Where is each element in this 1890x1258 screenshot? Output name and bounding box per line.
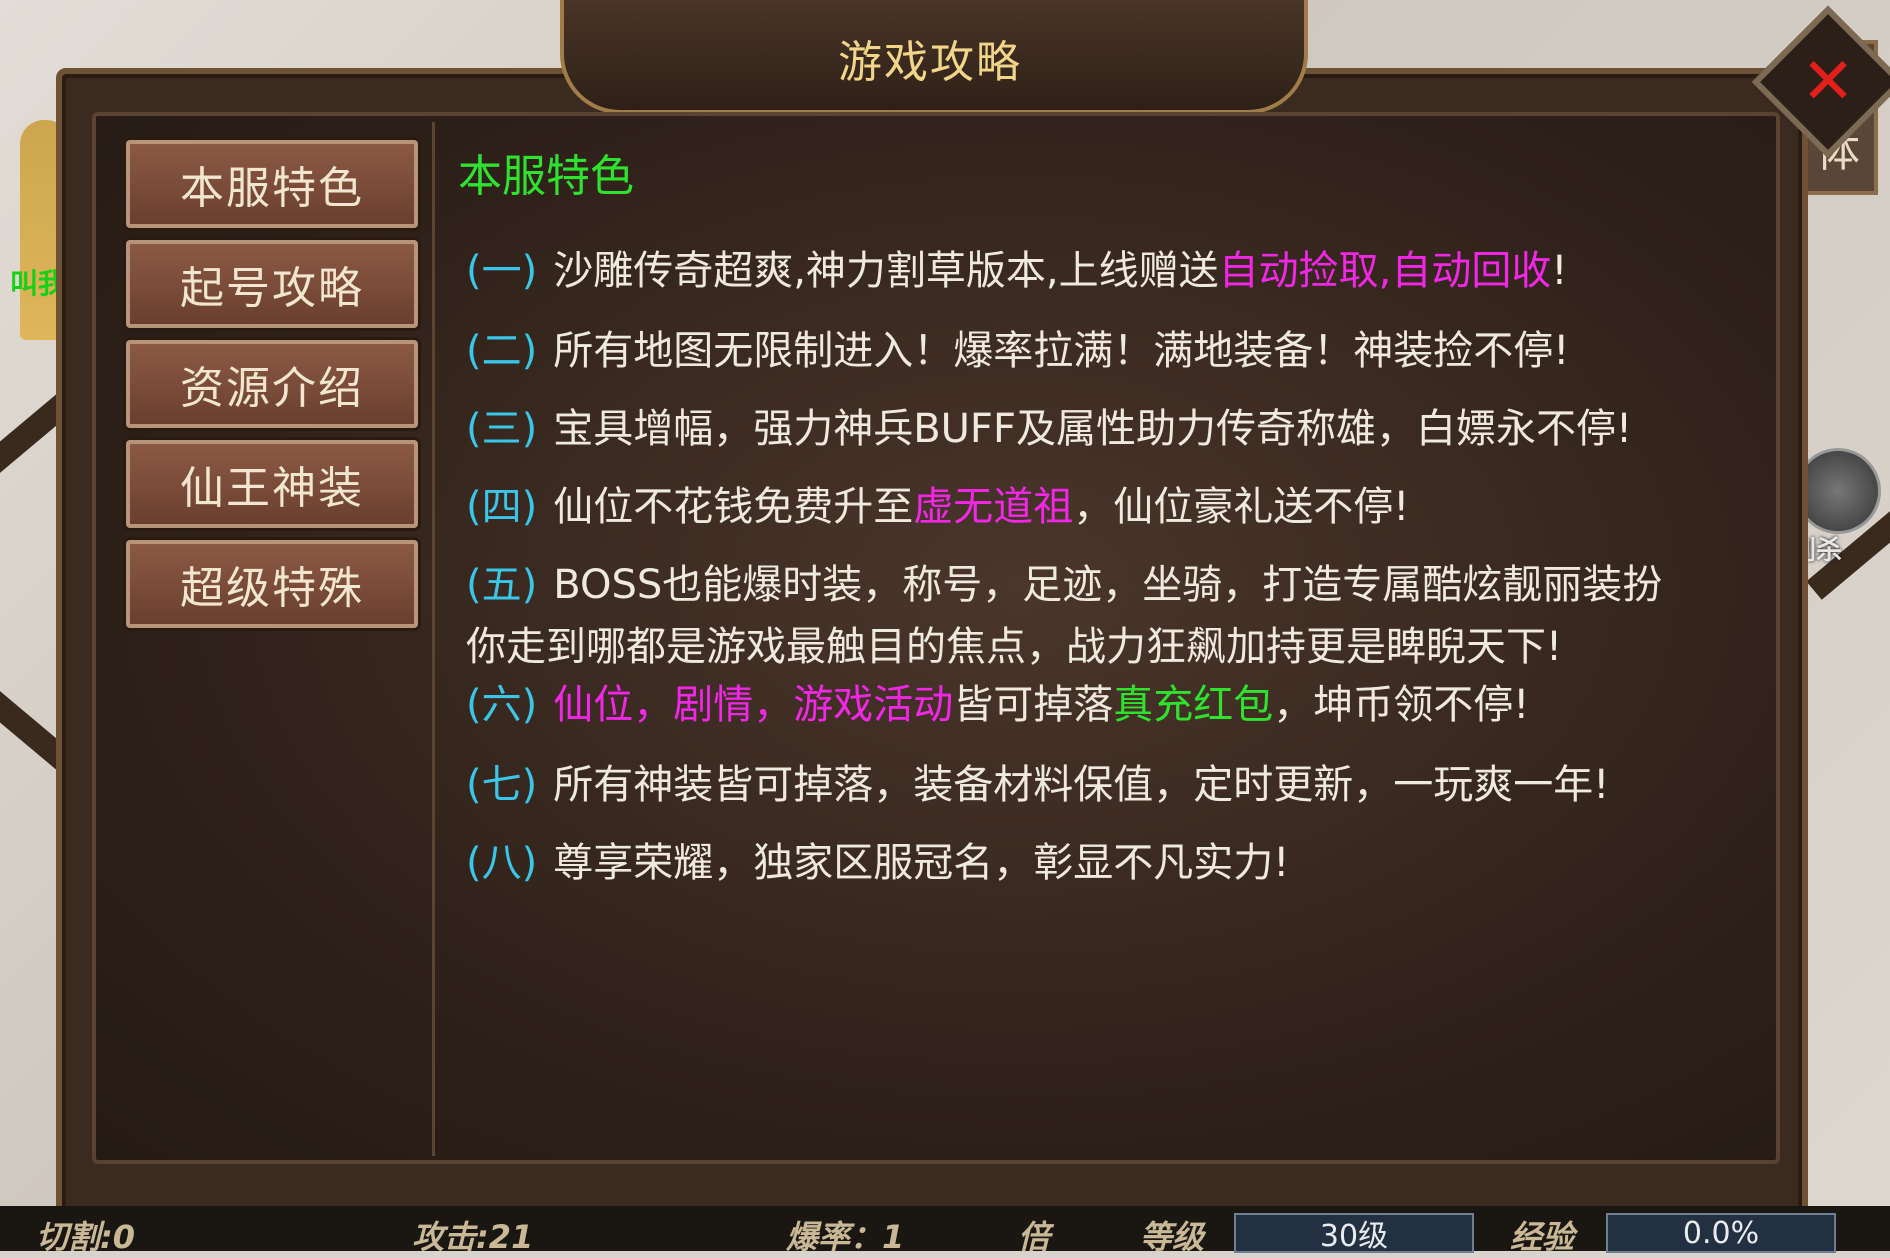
item-highlight: 虚无道祖 (913, 484, 1074, 530)
section-title: 本服特色 (458, 151, 634, 202)
exp-label: 经验 (1510, 1218, 1575, 1256)
item-number: (六) (466, 682, 538, 728)
tab-server-features[interactable]: 本服特色 (126, 140, 418, 228)
tab-starter-guide[interactable]: 起号攻略 (126, 240, 418, 328)
item-text: ，仙位豪礼送不停! (1073, 484, 1410, 530)
item-text: ，坤币领不停! (1273, 682, 1530, 728)
attack-stat: 攻击:21 (412, 1218, 534, 1256)
sidebar-divider (432, 122, 435, 1156)
feature-item: (六) 仙位，剧情，游戏活动皆可掉落真充红包，坤币领不停! (466, 672, 1529, 730)
item-text: 所有地图无限制进入！爆率拉满！满地装备！神装捡不停! (553, 328, 1570, 374)
item-highlight: 真充红包 (1113, 682, 1274, 728)
tab-super-special[interactable]: 超级特殊 (126, 540, 418, 628)
level-value: 30级 (1234, 1213, 1474, 1254)
item-number: (二) (466, 328, 538, 374)
feature-item: (三) 宝具增幅，强力神兵BUFF及属性助力传奇称雄，白嫖永不停! (466, 396, 1632, 454)
item-number: (八) (466, 840, 538, 886)
tab-resources[interactable]: 资源介绍 (126, 340, 418, 428)
close-icon[interactable]: ✕ (1774, 28, 1882, 136)
item-text: 皆可掉落 (953, 682, 1114, 728)
item-highlight: 仙位，剧情，游戏活动 (553, 682, 954, 728)
item-text: 宝具增幅，强力神兵BUFF及属性助力传奇称雄，白嫖永不停! (553, 406, 1632, 452)
feature-item-continuation: 你走到哪都是游戏最触目的焦点，战力狂飙加持更是睥睨天下! (466, 614, 1562, 672)
item-text: BOSS也能爆时装，称号，足迹，坐骑，打造专属酷炫靓丽装扮 (553, 562, 1663, 608)
item-text: 仙位不花钱免费升至 (553, 484, 914, 530)
drop-rate-stat: 爆率：1 (786, 1218, 905, 1256)
item-number: (七) (466, 762, 538, 808)
item-number: (一) (466, 248, 538, 294)
item-number: (四) (466, 484, 538, 530)
item-text: 沙雕传奇超爽,神力割草版本,上线赠送 (553, 248, 1219, 294)
item-text: ! (1551, 248, 1568, 294)
multiplier-label: 倍 (1018, 1218, 1051, 1256)
item-text: 尊享荣耀，独家区服冠名，彰显不凡实力! (553, 840, 1290, 886)
item-number: (五) (466, 562, 538, 608)
feature-item: (四) 仙位不花钱免费升至虚无道祖，仙位豪礼送不停! (466, 474, 1409, 532)
item-highlight: 自动捡取,自动回收 (1218, 248, 1552, 294)
feature-item: (二) 所有地图无限制进入！爆率拉满！满地装备！神装捡不停! (466, 318, 1569, 376)
tab-immortal-gear[interactable]: 仙王神装 (126, 440, 418, 528)
item-text: 所有神装皆可掉落，装备材料保值，定时更新，一玩爽一年! (553, 762, 1610, 808)
feature-item: (一) 沙雕传奇超爽,神力割草版本,上线赠送自动捡取,自动回收! (466, 238, 1567, 296)
exp-value: 0.0% (1606, 1213, 1836, 1253)
cut-stat: 切割:0 (36, 1218, 136, 1256)
level-label: 等级 (1140, 1218, 1205, 1256)
item-number: (三) (466, 406, 538, 452)
item-text: 你走到哪都是游戏最触目的焦点，战力狂飙加持更是睥睨天下! (466, 624, 1563, 670)
feature-item: (五) BOSS也能爆时装，称号，足迹，坐骑，打造专属酷炫靓丽装扮 (466, 552, 1662, 610)
panel-title: 游戏攻略 (838, 37, 1022, 88)
feature-item: (七) 所有神装皆可掉落，装备材料保值，定时更新，一玩爽一年! (466, 752, 1609, 810)
content-area: 本服特色 (456, 140, 1756, 204)
feature-item: (八) 尊享荣耀，独家区服冠名，彰显不凡实力! (466, 830, 1289, 888)
